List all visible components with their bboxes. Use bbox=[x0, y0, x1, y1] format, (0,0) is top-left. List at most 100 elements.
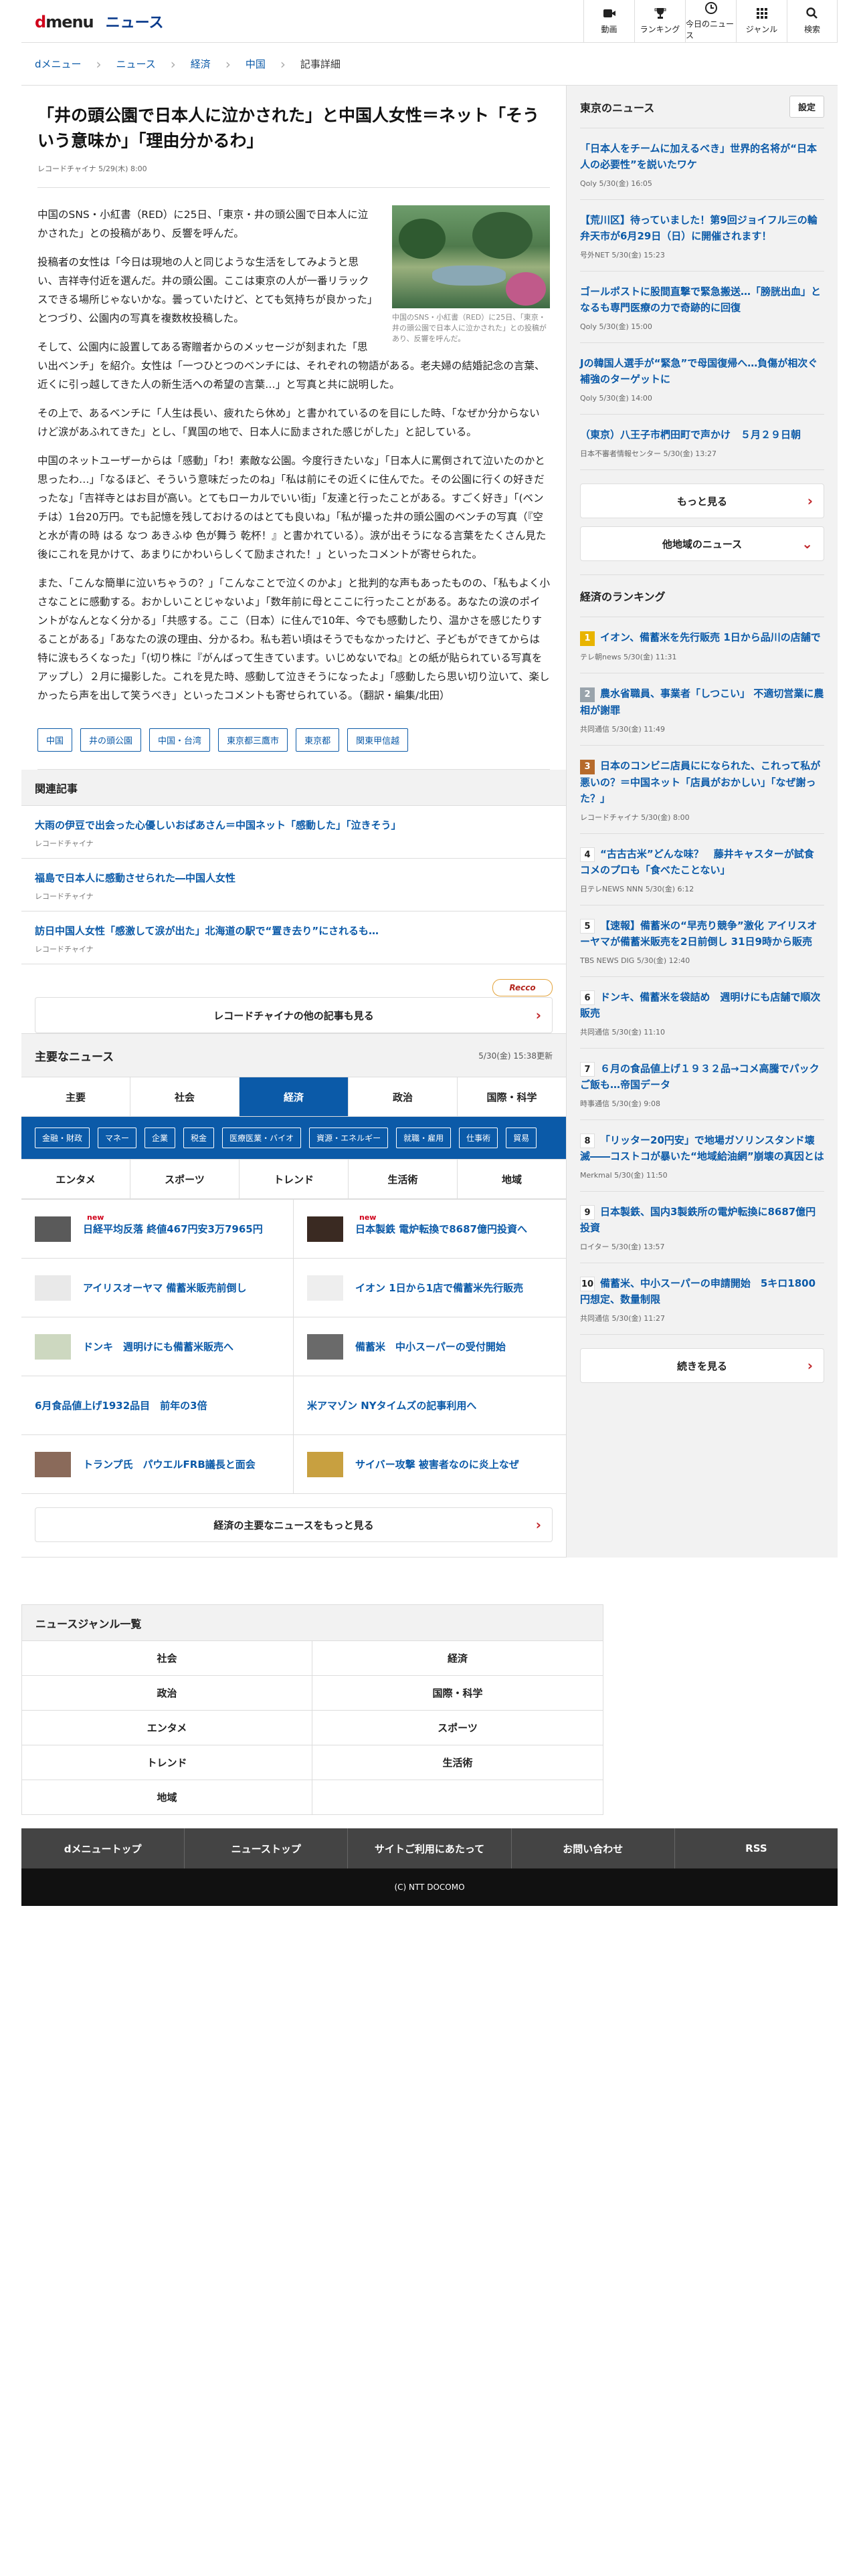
other-region-button[interactable]: 他地域のニュース ⌄ bbox=[580, 526, 824, 561]
subcategory-tag[interactable]: 医療医業・バイオ bbox=[222, 1128, 302, 1148]
genre-link[interactable]: 社会 bbox=[22, 1641, 312, 1676]
major-news-title[interactable]: サイバー攻撃 被害者なのに炎上なぜ bbox=[355, 1457, 519, 1471]
major-news-item[interactable]: 備蓄米 中小スーパーの受付開始 bbox=[294, 1317, 566, 1376]
related-article-title[interactable]: 福島で日本人に感動させられた―中国人女性 bbox=[35, 871, 553, 885]
dmenu-logo[interactable]: dmenu bbox=[35, 13, 94, 31]
major-news-title[interactable]: 米アマゾン NYタイムズの記事利用へ bbox=[307, 1398, 476, 1412]
article-photo[interactable] bbox=[392, 205, 550, 308]
ranking-title-text[interactable]: 日本のコンビニ店員にになられた、これって私が悪いの？＝中国ネット「店員がおかしい… bbox=[580, 760, 820, 804]
header-nav-item[interactable]: 今日のニュース bbox=[685, 0, 736, 43]
subcategory-tag[interactable]: 就職・雇用 bbox=[396, 1128, 452, 1148]
ranking-title-text[interactable]: 【速報】備蓄米の“早売り競争”激化 アイリスオーヤマが備蓄米販売を2日前倒し 3… bbox=[580, 920, 817, 948]
recordchina-logo[interactable]: Recco bbox=[492, 979, 553, 996]
ranking-title[interactable]: 3 日本のコンビニ店員にになられた、これって私が悪いの？＝中国ネット「店員がおかし… bbox=[580, 758, 824, 807]
ranking-title-text[interactable]: 日本製鉄、国内3製鉄所の電炉転換に8687億円投資 bbox=[580, 1206, 816, 1234]
major-news-item[interactable]: サイバー攻撃 被害者なのに炎上なぜ bbox=[294, 1434, 566, 1493]
tab-2[interactable]: トレンド bbox=[239, 1160, 348, 1198]
ranking-item[interactable]: 8 「リッター20円安」で地場ガソリンスタンド壊滅――コストコが暴いた“地域給油網… bbox=[580, 1120, 824, 1192]
tag-link[interactable]: 中国・台湾 bbox=[149, 728, 211, 752]
tag-link[interactable]: 関東甲信越 bbox=[347, 728, 409, 752]
ranking-title[interactable]: 10 備蓄米、中小スーパーの申請開始 5キロ1800円想定、数量制限 bbox=[580, 1275, 824, 1307]
local-news-title[interactable]: ゴールポストに股間直撃で緊急搬送…「膀胱出血」となるも専門医療の力で奇跡的に回復 bbox=[580, 284, 824, 316]
major-news-title[interactable]: アイリスオーヤマ 備蓄米販売前倒し bbox=[83, 1281, 246, 1295]
ranking-title-text[interactable]: ６月の食品値上げ１９３２品→コメ高騰でパックご飯も…帝国データ bbox=[580, 1063, 820, 1091]
breadcrumb-link[interactable]: 中国 bbox=[246, 57, 266, 71]
major-news-item[interactable]: new 日本製鉄 電炉転換で8687億円投資へ bbox=[294, 1199, 566, 1258]
ranking-item[interactable]: 5 【速報】備蓄米の“早売り競争”激化 アイリスオーヤマが備蓄米販売を2日前倒し … bbox=[580, 905, 824, 977]
local-news-item[interactable]: 「日本人をチームに加えるべき」世界的名将が“日本人の必要性”を説いたワケ Qoly… bbox=[580, 128, 824, 200]
ranking-title[interactable]: 6 ドンキ、備蓄米を袋詰め 週明けにも店舗で順次販売 bbox=[580, 989, 824, 1021]
genre-link[interactable]: エンタメ bbox=[22, 1711, 312, 1745]
ranking-item[interactable]: 7 ６月の食品値上げ１９３２品→コメ高騰でパックご飯も…帝国データ 時事通信 5/3… bbox=[580, 1049, 824, 1120]
tab-4[interactable]: 地域 bbox=[457, 1160, 566, 1198]
ranking-item[interactable]: 10 備蓄米、中小スーパーの申請開始 5キロ1800円想定、数量制限 共同通信 5/… bbox=[580, 1263, 824, 1335]
ranking-title-text[interactable]: 農水省職員、事業者「しつこい」 不適切営業に農相が謝罪 bbox=[580, 687, 824, 716]
tab-3[interactable]: 政治 bbox=[348, 1077, 457, 1116]
ranking-title[interactable]: 5 【速報】備蓄米の“早売り競争”激化 アイリスオーヤマが備蓄米販売を2日前倒し … bbox=[580, 918, 824, 950]
ranking-item[interactable]: 2 農水省職員、事業者「しつこい」 不適切営業に農相が謝罪 共同通信 5/30(金)… bbox=[580, 673, 824, 746]
major-news-item[interactable]: new 日経平均反落 終値467円安3万7965円 bbox=[21, 1199, 294, 1258]
ranking-title-text[interactable]: 「リッター20円安」で地場ガソリンスタンド壊滅――コストコが暴いた“地域給油網”… bbox=[580, 1134, 824, 1162]
tab-0[interactable]: 主要 bbox=[21, 1077, 130, 1116]
subcategory-tag[interactable]: 税金 bbox=[183, 1128, 215, 1148]
ranking-title[interactable]: 9 日本製鉄、国内3製鉄所の電炉転換に8687億円投資 bbox=[580, 1204, 824, 1236]
breadcrumb-link[interactable]: 経済 bbox=[191, 57, 211, 71]
major-more-button[interactable]: 経済の主要なニュースをもっと見る › bbox=[35, 1507, 553, 1542]
major-news-item[interactable]: トランプ氏 パウエルFRB議長と面会 bbox=[21, 1434, 294, 1493]
site-logo[interactable]: dmenu ニュース bbox=[21, 11, 164, 32]
major-news-item[interactable]: 6月食品値上げ1932品目 前年の3倍 bbox=[21, 1376, 294, 1434]
local-news-item[interactable]: Jの韓国人選手が“緊急”で母国復帰へ…負傷が相次ぐ補強のターゲットに Qoly 5… bbox=[580, 343, 824, 415]
ranking-title-text[interactable]: “古古古米”どんな味？ 藤井キャスターが試食 コメのプロも「食べたことない」 bbox=[580, 848, 824, 876]
header-nav-item[interactable]: 動画 bbox=[583, 0, 634, 43]
local-news-title[interactable]: 「日本人をチームに加えるべき」世界的名将が“日本人の必要性”を説いたワケ bbox=[580, 140, 824, 173]
related-article[interactable]: 大雨の伊豆で出会った心優しいおばあさん＝中国ネット「感動した」「泣きそう」 レコー… bbox=[21, 806, 566, 859]
footer-link[interactable]: ニューストップ bbox=[184, 1828, 347, 1868]
major-news-item[interactable]: アイリスオーヤマ 備蓄米販売前倒し bbox=[21, 1258, 294, 1317]
genre-link[interactable]: 生活術 bbox=[312, 1745, 603, 1780]
genre-link[interactable]: 地域 bbox=[22, 1780, 312, 1815]
ranking-title[interactable]: 7 ６月の食品値上げ１９３２品→コメ高騰でパックご飯も…帝国データ bbox=[580, 1061, 824, 1093]
local-news-title[interactable]: Jの韓国人選手が“緊急”で母国復帰へ…負傷が相次ぐ補強のターゲットに bbox=[580, 355, 824, 387]
subcategory-tag[interactable]: マネー bbox=[98, 1128, 137, 1148]
subcategory-tag[interactable]: 金融・財政 bbox=[35, 1128, 90, 1148]
ranking-item[interactable]: 4 “古古古米”どんな味？ 藤井キャスターが試食 コメのプロも「食べたことない」日… bbox=[580, 834, 824, 905]
ranking-item[interactable]: 3 日本のコンビニ店員にになられた、これって私が悪いの？＝中国ネット「店員がおかし… bbox=[580, 746, 824, 834]
ranking-more-button[interactable]: 続きを見る › bbox=[580, 1348, 824, 1383]
major-news-title[interactable]: 日経平均反落 終値467円安3万7965円 bbox=[83, 1222, 263, 1236]
tab-4[interactable]: 国際・科学 bbox=[457, 1077, 566, 1116]
related-article[interactable]: 訪日中国人女性「感激して涙が出た」北海道の駅で“置き去り”にされるも… レコードチ… bbox=[21, 911, 566, 964]
genre-link[interactable]: トレンド bbox=[22, 1745, 312, 1780]
ranking-title-text[interactable]: ドンキ、備蓄米を袋詰め 週明けにも店舗で順次販売 bbox=[580, 991, 820, 1019]
tab-1[interactable]: 社会 bbox=[130, 1077, 239, 1116]
subcategory-tag[interactable]: 企業 bbox=[145, 1128, 176, 1148]
footer-link[interactable]: dメニュートップ bbox=[21, 1828, 184, 1868]
ranking-title[interactable]: 2 農水省職員、事業者「しつこい」 不適切営業に農相が謝罪 bbox=[580, 685, 824, 718]
tab-3[interactable]: 生活術 bbox=[348, 1160, 457, 1198]
ranking-item[interactable]: 1 イオン、備蓄米を先行販売 1日から品川の店舗で テレ朝news 5/30(金) … bbox=[580, 617, 824, 673]
major-news-title[interactable]: トランプ氏 パウエルFRB議長と面会 bbox=[83, 1457, 256, 1471]
ranking-title-text[interactable]: イオン、備蓄米を先行販売 1日から品川の店舗で bbox=[600, 631, 821, 643]
local-news-item[interactable]: ゴールポストに股間直撃で緊急搬送…「膀胱出血」となるも専門医療の力で奇跡的に回復… bbox=[580, 272, 824, 343]
header-nav-item[interactable]: 検索 bbox=[787, 0, 838, 43]
major-news-title[interactable]: 日本製鉄 電炉転換で8687億円投資へ bbox=[355, 1222, 527, 1236]
tag-link[interactable]: 井の頭公園 bbox=[80, 728, 142, 752]
news-logo[interactable]: ニュース bbox=[106, 11, 164, 32]
ranking-title[interactable]: 1 イオン、備蓄米を先行販売 1日から品川の店舗で bbox=[580, 629, 824, 646]
local-news-item[interactable]: 【荒川区】待っていました！第9回ジョイフル三の輪弁天市が6月29日（日）に開催さ… bbox=[580, 200, 824, 272]
tag-link[interactable]: 中国 bbox=[37, 728, 73, 752]
footer-link[interactable]: RSS bbox=[674, 1828, 838, 1868]
breadcrumb-link[interactable]: ニュース bbox=[116, 57, 156, 71]
major-news-title[interactable]: 備蓄米 中小スーパーの受付開始 bbox=[355, 1339, 506, 1354]
subcategory-tag[interactable]: 貿易 bbox=[506, 1128, 537, 1148]
local-more-button[interactable]: もっと見る › bbox=[580, 484, 824, 518]
tag-link[interactable]: 東京都 bbox=[296, 728, 340, 752]
major-news-item[interactable]: ドンキ 週明けにも備蓄米販売へ bbox=[21, 1317, 294, 1376]
tab-0[interactable]: エンタメ bbox=[21, 1160, 130, 1198]
ranking-item[interactable]: 6 ドンキ、備蓄米を袋詰め 週明けにも店舗で順次販売 共同通信 5/30(金) 11… bbox=[580, 977, 824, 1049]
ranking-title[interactable]: 4 “古古古米”どんな味？ 藤井キャスターが試食 コメのプロも「食べたことない」 bbox=[580, 846, 824, 878]
major-news-item[interactable]: イオン 1日から1店で備蓄米先行販売 bbox=[294, 1258, 566, 1317]
local-news-item[interactable]: （東京）八王子市椚田町で声かけ ５月２９日朝 日本不審者情報センター 5/30(金… bbox=[580, 415, 824, 470]
related-article[interactable]: 福島で日本人に感動させられた―中国人女性 レコードチャイナ bbox=[21, 859, 566, 911]
related-article-title[interactable]: 大雨の伊豆で出会った心優しいおばあさん＝中国ネット「感動した」「泣きそう」 bbox=[35, 818, 553, 833]
ranking-title-text[interactable]: 備蓄米、中小スーパーの申請開始 5キロ1800円想定、数量制限 bbox=[580, 1277, 816, 1305]
